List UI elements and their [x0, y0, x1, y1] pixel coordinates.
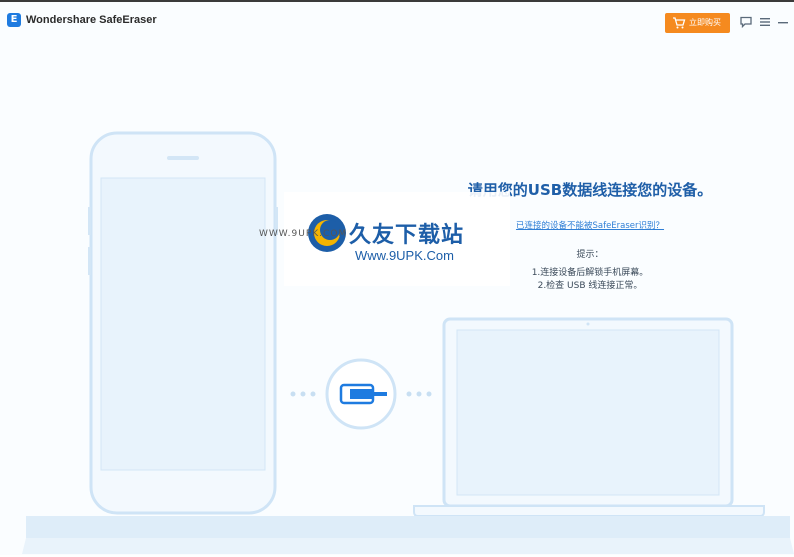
- minimize-icon[interactable]: [776, 15, 790, 29]
- buy-now-label: 立即购买: [689, 18, 721, 27]
- desk-surface: [22, 516, 794, 554]
- app-title: Wondershare SafeEraser: [26, 14, 157, 26]
- watermark-brand: 久友下载站: [349, 223, 465, 248]
- menu-icon[interactable]: [758, 15, 772, 29]
- buy-now-button[interactable]: 立即购买: [665, 13, 730, 33]
- usb-cable-icon: [325, 358, 397, 430]
- connect-device-stage: 请用您的USB数据线连接您的设备。 已连接的设备不能被SafeEraser识别？…: [0, 42, 794, 557]
- watermark-small-text: WWW.9UPK.COM: [259, 229, 348, 239]
- app-window: E Wondershare SafeEraser 立即购买 请用您的USB数据线…: [0, 0, 794, 555]
- app-logo: E: [7, 13, 21, 27]
- title-bar: E Wondershare SafeEraser 立即购买: [0, 2, 794, 42]
- laptop-illustration: [413, 317, 765, 517]
- phone-illustration: [88, 131, 278, 515]
- device-illustration: [22, 131, 794, 554]
- cart-icon: [673, 17, 686, 29]
- feedback-icon[interactable]: [739, 15, 753, 29]
- watermark-url: Www.9UPK.Com: [355, 248, 454, 263]
